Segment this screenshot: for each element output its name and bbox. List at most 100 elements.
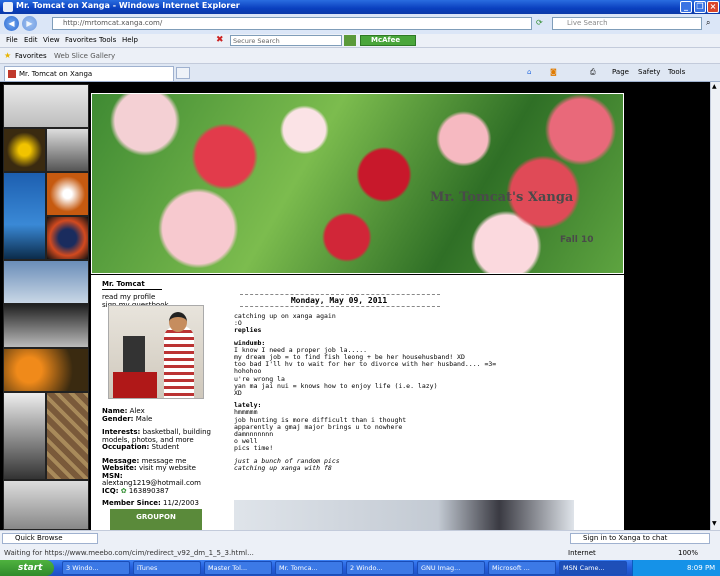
thumbnail-street[interactable] — [3, 392, 46, 480]
gender-label: Gender: — [102, 414, 134, 423]
live-search-input[interactable]: Live Search — [552, 17, 702, 30]
taskbar-item[interactable]: Master Tol... — [204, 561, 272, 575]
address-input[interactable]: http://mrtomcat.xanga.com/ — [52, 17, 532, 30]
thumbnail-chain[interactable] — [46, 392, 89, 480]
banner-subtitle: Fall 10 — [560, 235, 594, 245]
stop-icon[interactable]: ✖ — [216, 35, 224, 45]
search-go-button[interactable] — [344, 35, 356, 46]
menu-view[interactable]: View — [43, 36, 60, 44]
taskbar-item[interactable]: 2 Windo... — [346, 561, 414, 575]
post-line: apparently a gmaj major brings u to nowh… — [234, 422, 403, 431]
address-bar-row: ◀ ▶ http://mrtomcat.xanga.com/ ⟳ Live Se… — [0, 14, 720, 34]
post-line: catching up xanga with f8 — [234, 463, 332, 472]
post-line: o well — [234, 437, 258, 446]
gender-value: Male — [135, 414, 153, 423]
tab-label: Mr. Tomcat on Xanga — [19, 70, 93, 78]
post-line: XD — [234, 389, 242, 398]
tools-menu[interactable]: Tools — [668, 68, 685, 76]
icq-flower-icon: ✿ — [120, 486, 127, 495]
print-icon[interactable]: ⎙ — [590, 68, 596, 77]
menu-tools[interactable]: Tools — [99, 36, 116, 44]
tab-mr-tomcat[interactable]: Mr. Tomcat on Xanga — [4, 66, 174, 81]
meebo-chat-button[interactable]: Sign in to Xanga to chat — [570, 533, 710, 544]
thumbnail-white-flower[interactable] — [46, 172, 89, 216]
back-button[interactable]: ◀ — [4, 16, 19, 31]
safety-menu[interactable]: Safety — [638, 68, 660, 76]
window-title: Mr. Tomcat on Xanga - Windows Internet E… — [16, 1, 240, 10]
refresh-icon[interactable]: ⟳ — [536, 18, 543, 27]
taskbar-item[interactable]: iTunes — [133, 561, 201, 575]
web-slice-gallery-link[interactable]: Web Slice Gallery — [54, 52, 115, 60]
search-icon[interactable]: ⌕ — [706, 18, 710, 28]
scroll-up-icon[interactable]: ▲ — [712, 83, 720, 91]
status-bar: Quick Browse Sign in to Xanga to chat Wa… — [0, 530, 720, 560]
website-link[interactable]: visit my website — [139, 464, 196, 472]
taskbar-item[interactable]: GNU Imag... — [417, 561, 485, 575]
post-line: damnnnnnnn — [234, 430, 274, 439]
ie-icon — [3, 2, 13, 12]
profile-photo — [108, 305, 204, 399]
taskbar-item[interactable]: Mr. Tomca... — [275, 561, 343, 575]
icq-label: ICQ: — [102, 486, 119, 495]
secure-search-input[interactable]: Secure Search — [230, 35, 342, 46]
taskbar-item[interactable]: 3 Windo... — [62, 561, 130, 575]
thumbnail-airplane[interactable] — [3, 260, 89, 304]
menu-help[interactable]: Help — [122, 36, 138, 44]
favorites-button[interactable]: Favorites — [15, 52, 47, 60]
post-line: yan ma jai nui = knows how to enjoy life… — [234, 381, 438, 390]
post-body: catching up on xanga again:O replies windu… — [234, 312, 594, 472]
home-icon[interactable]: ⌂ — [527, 68, 531, 76]
menu-bar: File Edit View Favorites Tools Help ✖ Se… — [0, 34, 720, 48]
post-line: too bad I'll hv to wait for her to divor… — [234, 360, 497, 369]
post-date: Monday, May 09, 2011 — [290, 296, 388, 305]
minimize-button[interactable]: _ — [680, 1, 692, 13]
star-icon: ★ — [4, 51, 12, 60]
icq-value: 163890387 — [128, 486, 169, 495]
photo-person-head — [169, 312, 187, 332]
close-button[interactable]: × — [707, 1, 719, 13]
groupon-ad[interactable]: GROUPON — [110, 509, 202, 531]
start-button[interactable]: start — [0, 560, 54, 576]
thumbnail-tree[interactable] — [46, 128, 89, 172]
read-profile-link[interactable]: read my profile — [102, 293, 222, 301]
occupation-value: Student — [151, 443, 180, 451]
post-line: hohohoo — [234, 367, 262, 376]
thumbnail-are8-sign[interactable] — [3, 480, 89, 530]
menu-edit[interactable]: Edit — [24, 36, 38, 44]
restore-button[interactable]: ❐ — [694, 1, 706, 13]
thumbnail-landscape[interactable] — [3, 304, 89, 348]
taskbar-item[interactable]: MSN Came... — [559, 561, 627, 575]
mcafee-button[interactable]: McAfee — [360, 35, 416, 46]
scroll-down-icon[interactable]: ▼ — [712, 520, 720, 528]
secure-search-placeholder: Secure Search — [233, 37, 280, 45]
feeds-icon[interactable]: ◙ — [550, 68, 557, 76]
profile-name-header: Mr. Tomcat — [102, 280, 145, 288]
taskbar-item[interactable]: Microsoft ... — [488, 561, 556, 575]
thumbnail-flower[interactable] — [3, 128, 46, 172]
status-text: Waiting for https://www.meebo.com/cim/re… — [4, 549, 254, 557]
banner-title: Mr. Tomcat's Xanga — [430, 190, 574, 205]
new-tab-button[interactable] — [176, 67, 190, 79]
search-placeholder: Live Search — [567, 19, 608, 27]
vertical-scrollbar[interactable]: ▲ ▼ — [710, 82, 720, 530]
xanga-favicon-icon — [8, 70, 16, 78]
zoom-level[interactable]: 100% — [678, 549, 698, 557]
page-menu[interactable]: Page — [612, 68, 629, 76]
header-banner: Mr. Tomcat's Xanga Fall 10 — [91, 93, 624, 274]
post-line[interactable]: replies — [234, 327, 594, 334]
post-photo — [234, 500, 574, 532]
forward-button[interactable]: ▶ — [22, 16, 37, 31]
quick-browse-button[interactable]: Quick Browse — [2, 533, 98, 544]
menu-favorites[interactable]: Favorites — [65, 36, 97, 44]
menu-file[interactable]: File — [6, 36, 18, 44]
photo-thumbnail-strip — [3, 84, 89, 530]
thumbnail-gauge[interactable] — [46, 216, 89, 260]
member-since-value: 11/2/2003 — [163, 499, 199, 507]
thumbnail-birds-wire[interactable] — [3, 84, 89, 128]
date-divider-top — [240, 294, 440, 295]
thumbnail-orange-flowers[interactable] — [3, 348, 89, 392]
member-since-label: Member Since: — [102, 499, 161, 507]
profile-divider — [102, 289, 162, 290]
thumbnail-sky-tree[interactable] — [3, 172, 46, 260]
occupation-label: Occupation: — [102, 443, 150, 451]
